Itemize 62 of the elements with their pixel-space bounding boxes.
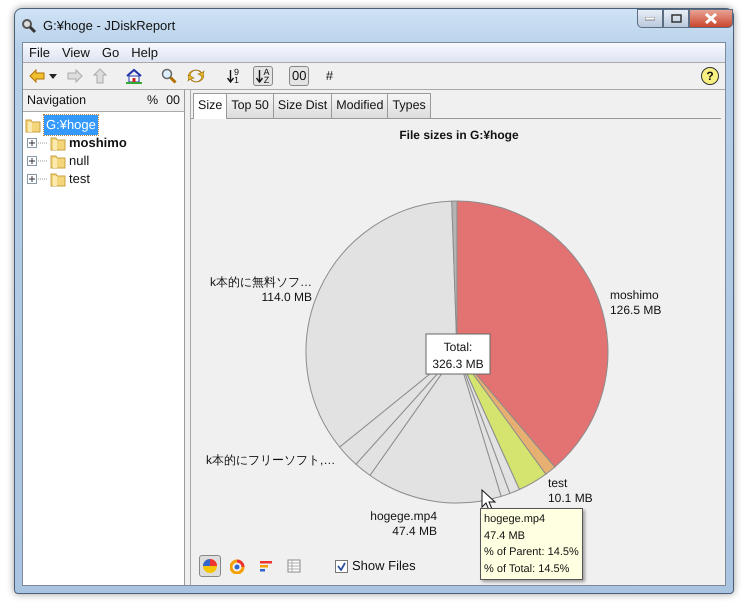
pie-chart-view-button[interactable] — [199, 555, 221, 577]
magnifier-icon — [21, 18, 37, 34]
check-icon — [337, 562, 346, 570]
total-value: 326.3 MB — [432, 356, 484, 371]
maximize-button[interactable] — [663, 9, 689, 28]
tab[interactable]: Size Dist — [272, 93, 332, 118]
expand-icon[interactable] — [27, 156, 47, 166]
bar-chart-icon — [258, 558, 274, 574]
minimize-button[interactable] — [637, 9, 663, 28]
toggle-button[interactable]: # — [319, 66, 340, 86]
expand-icon[interactable] — [27, 174, 47, 184]
total-label: Total: — [444, 340, 472, 354]
folder-icon — [50, 135, 66, 151]
pie-chart-icon — [202, 558, 218, 574]
close-icon — [704, 13, 718, 24]
tree-item[interactable]: null — [69, 151, 90, 171]
folder-icon — [50, 153, 66, 169]
dropdown-icon[interactable] — [49, 74, 57, 78]
sort-button[interactable]: 9 1 — [223, 66, 243, 86]
tab[interactable]: Types — [387, 93, 431, 118]
toggle-button[interactable]: 00 — [289, 66, 310, 86]
home-icon[interactable] — [125, 68, 143, 84]
tab[interactable]: Size — [193, 93, 228, 119]
sort-button[interactable]: A Z — [253, 66, 273, 86]
refresh-icon[interactable] — [187, 68, 205, 84]
show-files-checkbox[interactable]: Show Files — [335, 556, 416, 576]
chart-title: File sizes in G:¥hoge — [399, 128, 519, 142]
maximize-icon — [670, 14, 682, 23]
back-arrow-icon[interactable] — [29, 69, 45, 83]
menu-item[interactable]: Help — [131, 42, 158, 62]
tab[interactable]: Top 50 — [226, 93, 274, 118]
folder-icon — [50, 171, 66, 187]
tree-item[interactable]: moshimo — [69, 133, 127, 153]
close-button[interactable] — [689, 9, 733, 28]
minimize-icon — [645, 16, 655, 20]
slice-size: 47.4 MB — [392, 524, 437, 538]
panel-title: Navigation — [27, 92, 86, 110]
column-header[interactable]: % — [146, 91, 158, 110]
ring-chart-icon — [230, 558, 246, 574]
slice-label: k本的にフリーソフト,… — [206, 452, 336, 467]
search-icon[interactable] — [161, 68, 177, 84]
table-icon — [286, 558, 302, 574]
column-header[interactable]: 00 — [166, 91, 180, 110]
slice-label: test — [548, 476, 568, 490]
tab[interactable]: Modified — [331, 93, 388, 118]
mouse-cursor-icon — [482, 488, 496, 510]
slice-label: hogege.mp4 — [370, 508, 437, 523]
expand-icon[interactable] — [27, 138, 47, 148]
menu-item[interactable]: File — [29, 42, 50, 62]
help-button[interactable]: ? — [701, 67, 719, 85]
slice-label: k本的に無料ソフ… — [210, 274, 312, 289]
menu-item[interactable]: Go — [102, 42, 120, 62]
slice-size: 114.0 MB — [262, 290, 312, 304]
slice-label: moshimo — [610, 288, 659, 302]
tree-item[interactable]: test — [69, 169, 90, 189]
tooltip: hogege.mp4 47.4 MB % of Parent: 14.5% % of Total: 14.5% — [480, 508, 583, 580]
window-title: G:¥hoge - JDiskReport — [43, 16, 176, 35]
menu-item[interactable]: View — [62, 42, 90, 62]
total-label-box — [426, 333, 490, 374]
slice-size: 126.5 MB — [610, 302, 662, 317]
slice-size: 10.1 MB — [548, 490, 593, 505]
folder-icon — [25, 117, 41, 133]
